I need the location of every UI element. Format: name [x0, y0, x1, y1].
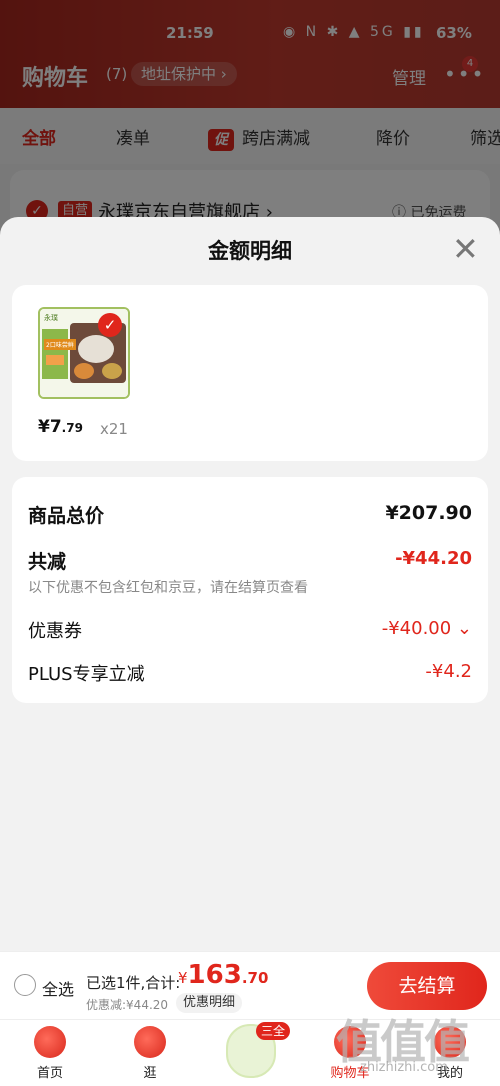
select-all-checkbox[interactable]: [14, 974, 36, 996]
selected-summary: 已选1件,合计:: [86, 974, 181, 992]
total-label: 商品总价: [28, 505, 105, 527]
discount-amount: 优惠减:¥44.20: [86, 998, 169, 1012]
checkout-button[interactable]: 去结算: [367, 962, 487, 1010]
home-icon: [34, 1026, 66, 1058]
product-price-int: ¥7: [38, 417, 62, 437]
sheet-title: 金额明细: [208, 239, 292, 263]
product-card: 永璞 2口味尝鲜 ✓ ¥7.79 x21: [12, 285, 488, 461]
coupon-label: 优惠券: [28, 621, 82, 642]
nav-browse-label: 逛: [143, 1066, 157, 1081]
close-icon[interactable]: ✕: [452, 233, 479, 265]
currency-symbol: ¥: [178, 969, 188, 987]
nav-home[interactable]: 首页: [20, 1026, 80, 1081]
price-summary: 商品总价 ¥207.90 共减 -¥44.20 以下优惠不包含红包和京豆，请在结…: [12, 477, 488, 703]
reduce-value: -¥44.20: [395, 548, 472, 569]
select-all-label[interactable]: 全选: [42, 976, 74, 1000]
discount-note: 以下优惠不包含红包和京豆，请在结算页查看: [28, 580, 308, 596]
watermark-url: zhizhizhi.com: [360, 1060, 448, 1075]
discount-detail-button[interactable]: 优惠明细: [176, 993, 243, 1013]
total-value: ¥207.90: [385, 502, 472, 524]
browse-icon: [134, 1026, 166, 1058]
product-price-dec: .79: [61, 421, 83, 435]
plus-discount-label: PLUS专享立减: [28, 664, 145, 685]
product-quantity: x21: [100, 420, 128, 438]
product-checkbox[interactable]: ✓: [98, 313, 122, 337]
total-price-dec: .70: [241, 969, 269, 987]
product-brand: 永璞: [44, 314, 58, 322]
promo-badge: 三全: [256, 1022, 291, 1040]
total-price-int: 163: [187, 960, 242, 990]
product-image[interactable]: 永璞 2口味尝鲜 ✓: [38, 307, 130, 399]
total-price: ¥163.70: [178, 960, 268, 990]
reduce-label: 共减: [28, 551, 67, 573]
nav-home-label: 首页: [36, 1066, 63, 1081]
product-mini-label: 2口味尝鲜: [44, 339, 76, 350]
product-price: ¥7.79: [38, 417, 83, 437]
coupon-value-toggle[interactable]: -¥40.00 ⌄: [382, 618, 472, 639]
plus-discount-value: -¥4.2: [425, 661, 472, 682]
nav-browse[interactable]: 逛: [120, 1026, 180, 1081]
